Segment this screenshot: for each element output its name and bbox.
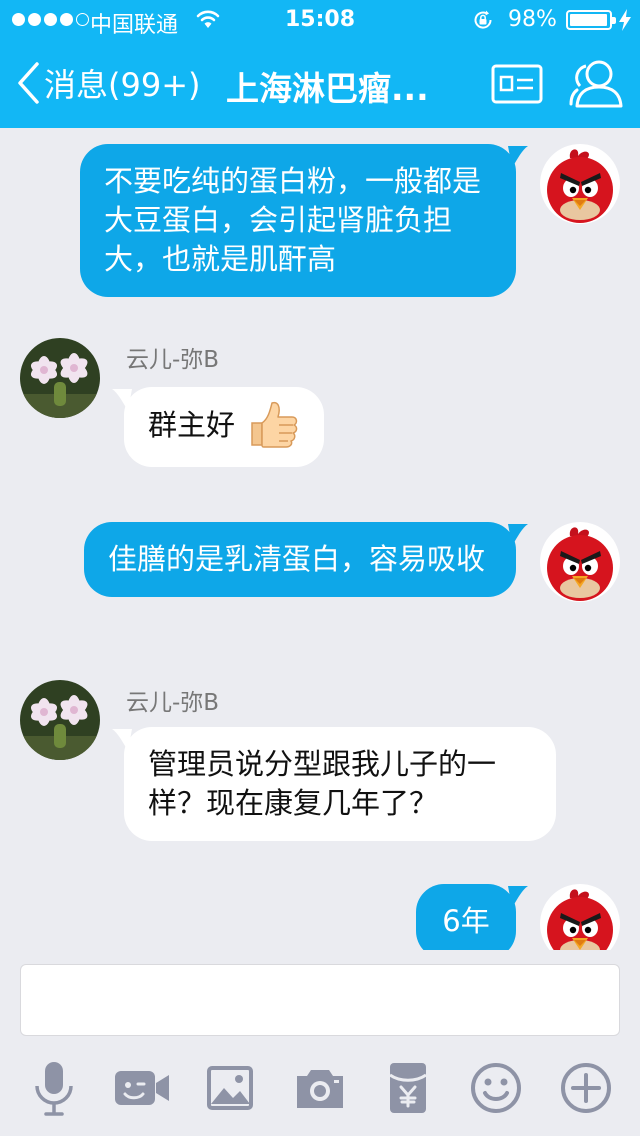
- angry-bird-avatar[interactable]: [540, 522, 620, 602]
- message-text: 佳膳的是乳清蛋白，容易吸收: [108, 542, 486, 576]
- bubble-tail: [508, 886, 528, 908]
- plus-icon: [561, 1063, 611, 1113]
- input-toolbar: [0, 1058, 640, 1118]
- chat-bubble-outgoing[interactable]: 佳膳的是乳清蛋白，容易吸收: [84, 522, 528, 597]
- rotation-lock-icon: [474, 10, 492, 29]
- top-bar: 中国联通 15:08 98% 消息(99+) 上海淋巴瘤...: [0, 0, 640, 128]
- message-input[interactable]: [20, 964, 620, 1036]
- sender-name: 云儿-弥B: [126, 690, 220, 716]
- chat-bubble-incoming[interactable]: 管理员说分型跟我儿子的一样？现在康复几年了？: [112, 727, 556, 841]
- cactus-flower-avatar[interactable]: [20, 338, 100, 418]
- red-packet-button[interactable]: [378, 1058, 438, 1118]
- angry-bird-avatar[interactable]: [540, 884, 620, 950]
- chat-bubble-outgoing[interactable]: 6年: [416, 884, 528, 950]
- more-button[interactable]: [556, 1058, 616, 1118]
- message-text: 不要吃纯的蛋白粉，一般都是大豆蛋白，会引起肾脏负担大，也就是肌酐高: [104, 164, 482, 276]
- group-members-icon[interactable]: [568, 56, 626, 112]
- battery-percent: 98%: [508, 7, 557, 32]
- video-call-icon: [115, 1071, 169, 1105]
- back-button[interactable]: 消息(99+): [14, 60, 201, 106]
- message-text: 6年: [442, 904, 490, 938]
- video-button[interactable]: [112, 1058, 172, 1118]
- emoji-icon: [471, 1063, 521, 1113]
- chevron-left-icon: [18, 62, 39, 104]
- thumbs-up-emoji: [251, 401, 298, 448]
- voice-button[interactable]: [24, 1058, 84, 1118]
- back-label: 消息(99+): [44, 66, 201, 104]
- status-bar: 中国联通 15:08 98%: [0, 0, 640, 40]
- image-icon: [207, 1066, 253, 1110]
- message-text: 群主好: [148, 408, 236, 442]
- red-packet-icon: [389, 1063, 427, 1113]
- navigation-bar: 消息(99+) 上海淋巴瘤...: [0, 40, 640, 128]
- chat-title: 上海淋巴瘤...: [226, 69, 429, 108]
- sender-name: 云儿-弥B: [126, 347, 220, 373]
- image-button[interactable]: [200, 1058, 260, 1118]
- camera-icon: [297, 1070, 343, 1108]
- microphone-icon: [35, 1062, 73, 1116]
- group-card-icon[interactable]: [490, 62, 544, 106]
- bubble-tail: [508, 146, 528, 168]
- emoji-button[interactable]: [466, 1058, 526, 1118]
- bubble-tail: [508, 524, 528, 546]
- message-list[interactable]: 不要吃纯的蛋白粉，一般都是大豆蛋白，会引起肾脏负担大，也就是肌酐高 云儿-弥B …: [0, 128, 640, 950]
- chat-bubble-incoming[interactable]: 群主好: [112, 387, 325, 467]
- bubble-tail: [112, 729, 132, 751]
- message-text: 管理员说分型跟我儿子的一样？现在康复几年了？: [148, 747, 497, 820]
- chat-bubble-outgoing[interactable]: 不要吃纯的蛋白粉，一般都是大豆蛋白，会引起肾脏负担大，也就是肌酐高: [80, 144, 528, 297]
- charging-bolt-icon: [619, 9, 631, 31]
- angry-bird-avatar[interactable]: [540, 144, 620, 224]
- battery-icon: [566, 10, 616, 30]
- input-area: [0, 950, 640, 1136]
- bubble-tail: [112, 389, 132, 411]
- cactus-flower-avatar[interactable]: [20, 680, 100, 760]
- camera-button[interactable]: [290, 1058, 350, 1118]
